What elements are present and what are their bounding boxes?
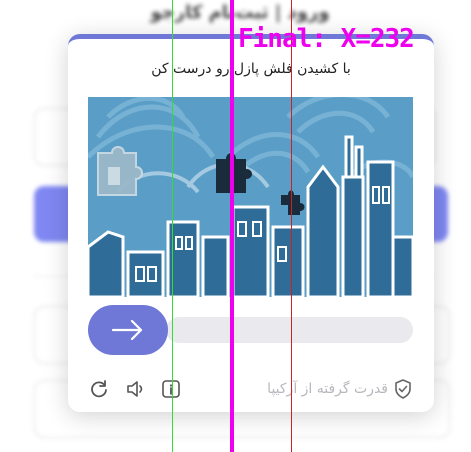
info-button[interactable] [160, 378, 182, 400]
puzzle-image-svg [88, 97, 413, 297]
slider-track[interactable] [166, 317, 413, 343]
guide-line-red [291, 0, 292, 452]
refresh-button[interactable] [88, 378, 110, 400]
powered-by: قدرت گرفته از آرکیپا [267, 377, 412, 401]
slider-handle[interactable] [88, 305, 168, 355]
powered-by-text: قدرت گرفته از آرکیپا [267, 381, 388, 397]
speaker-icon [127, 381, 143, 397]
audio-button[interactable] [124, 378, 146, 400]
refresh-icon [91, 380, 107, 398]
guide-line-green [172, 0, 173, 452]
arrow-right-icon [111, 319, 143, 341]
captcha-modal: با کشیدن فلش پازل رو درست کن قدرت گرفته … [68, 34, 434, 412]
captcha-title: با کشیدن فلش پازل رو درست کن [151, 61, 351, 77]
guide-line-magenta [230, 0, 234, 452]
background-title: ورود | ثبت‌نام کارجو [150, 2, 330, 23]
info-icon [162, 380, 180, 398]
shield-check-icon [395, 379, 411, 399]
captcha-footer-icons [88, 377, 182, 401]
final-x-label: Final: X=232 [238, 24, 415, 54]
puzzle-image [88, 97, 413, 297]
puzzle-piece[interactable] [97, 146, 143, 196]
